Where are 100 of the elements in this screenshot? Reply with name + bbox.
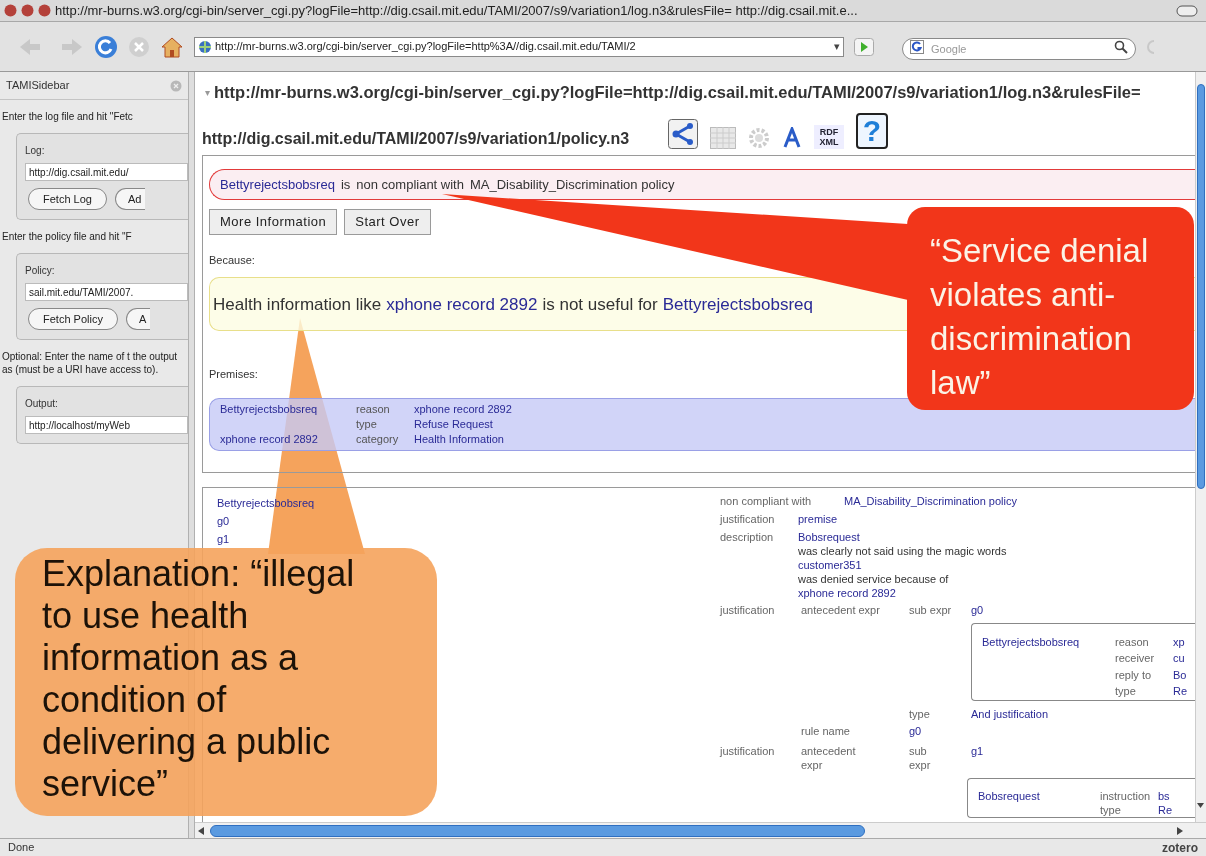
property-label: reply to xyxy=(1115,667,1153,683)
property-label: justification xyxy=(720,511,776,526)
instruction-text: Optional: Enter the name of t the output as (must be a URI have access to). xyxy=(1,350,179,376)
format-badge[interactable]: RDF XML xyxy=(814,124,844,149)
address-field[interactable]: http://mr-burns.w3.org/cgi-bin/server_cgi.py?logFile=http%3A//dig.csail.mit.edu/TAMI/2 ▾ xyxy=(194,36,844,57)
link[interactable]: g0 xyxy=(217,511,230,530)
toolbar-toggle-icon[interactable] xyxy=(1176,4,1198,17)
scroll-thumb[interactable] xyxy=(1197,84,1205,489)
window-title: http://mr-burns.w3.org/cgi-bin/server_cgi.py?logFile=http://dig.csail.mit.edu/TAMI/2007/s9/variation1/log.n3&rulesFile= http://dig.csail.mit.e... xyxy=(55,1,858,20)
home-icon[interactable] xyxy=(160,35,184,58)
google-icon xyxy=(910,39,924,54)
link[interactable]: premise xyxy=(798,511,838,526)
link[interactable]: g0 xyxy=(971,602,984,617)
text-span: was denied service because of xyxy=(798,571,949,586)
link[interactable]: Refuse Request xyxy=(414,416,493,432)
property-label: type xyxy=(356,416,377,432)
link[interactable]: xphone record 2892 xyxy=(386,291,538,317)
scroll-down-icon[interactable] xyxy=(1196,800,1205,810)
button[interactable]: More Information xyxy=(209,208,338,235)
property-label: antecedent expr xyxy=(801,602,880,617)
link[interactable]: And justification xyxy=(971,706,1049,721)
callout-text: “Service denial violates anti-discrimination law” xyxy=(930,231,1150,403)
search-icon[interactable] xyxy=(1114,39,1128,54)
field-label: Log: xyxy=(25,144,46,158)
link[interactable]: xphone record 2892 xyxy=(798,585,896,600)
instruction-text: Enter the policy file and hit "F xyxy=(1,230,133,243)
scroll-thumb[interactable] xyxy=(210,824,865,837)
instruction-text: Enter the log file and hit "Fetc xyxy=(1,110,134,123)
link[interactable]: Bettyrejectsbobsreq xyxy=(982,633,1115,700)
property-label: justification xyxy=(720,743,775,759)
link[interactable]: Re xyxy=(1158,802,1195,817)
button[interactable]: Fetch Policy xyxy=(28,308,118,330)
link[interactable]: g0 xyxy=(909,723,922,738)
property-label: rule name xyxy=(801,723,850,738)
button[interactable]: Ad xyxy=(114,188,146,210)
reload-icon[interactable] xyxy=(94,34,118,59)
field-label: Output: xyxy=(25,397,59,411)
property-label: receiver xyxy=(1115,651,1156,667)
property-label: type xyxy=(1100,802,1122,817)
text-span: non compliant with xyxy=(356,175,464,194)
minimize-icon[interactable] xyxy=(21,4,34,17)
button[interactable]: Fetch Log xyxy=(28,188,107,210)
property-label: instruction xyxy=(1100,788,1152,803)
field-label: Policy: xyxy=(25,264,56,278)
zoom-icon[interactable] xyxy=(38,4,51,17)
text-span: MA_Disability_Discrimination policy xyxy=(469,175,675,194)
property-label: reason xyxy=(1115,634,1150,650)
status-text: Done xyxy=(8,840,35,856)
dropmarker[interactable]: ▾ xyxy=(834,38,840,55)
property-label: antecedent expr xyxy=(801,743,857,772)
link[interactable]: Bettyrejectsbobsreq xyxy=(662,291,813,317)
property-label: non compliant with xyxy=(720,493,813,508)
link[interactable]: MA_Disability_Discrimination policy xyxy=(844,493,1017,508)
globe-icon xyxy=(198,39,212,54)
property-label: justification xyxy=(720,602,775,617)
text-field[interactable]: sail.mit.edu/TAMI/2007. xyxy=(25,283,188,301)
text-span: is xyxy=(340,175,351,194)
link[interactable]: g1 xyxy=(217,529,230,548)
link[interactable]: cu xyxy=(1173,650,1195,667)
link[interactable]: Re xyxy=(1173,683,1195,700)
link[interactable]: customer351 xyxy=(798,557,862,572)
link[interactable]: Bobsrequest xyxy=(798,529,860,544)
button[interactable]: Start Over xyxy=(344,208,431,235)
section-label: Premises: xyxy=(209,367,258,383)
link[interactable]: bs xyxy=(1158,788,1195,803)
link[interactable]: Bettyrejectsbobsreq xyxy=(220,401,318,417)
text-field[interactable]: http://dig.csail.mit.edu/ xyxy=(25,163,188,181)
property-label: sub expr xyxy=(909,743,932,772)
property-label: reason xyxy=(356,401,390,417)
graph-icon[interactable] xyxy=(668,118,698,149)
log-url: http://mr-burns.w3.org/cgi-bin/server_cgi.py?logFile=http://dig.csail.mit.edu/TAMI/2007/s9/variation1/log.n3&rulesFile= xyxy=(214,82,1141,103)
property-label: category xyxy=(356,431,399,447)
help-icon[interactable]: ? xyxy=(856,112,888,149)
link[interactable]: xp xyxy=(1173,633,1195,651)
text-span: Health information like xyxy=(213,293,382,316)
link[interactable]: Health Information xyxy=(414,431,504,447)
text-span: is not useful for xyxy=(542,293,658,316)
zotero-label[interactable]: zotero xyxy=(1162,838,1198,856)
property-label: description xyxy=(720,529,775,545)
search-field[interactable]: Google xyxy=(902,37,1136,60)
property-label: type xyxy=(1115,684,1137,700)
horizontal-scrollbar[interactable] xyxy=(195,822,1206,838)
link[interactable]: g1 xyxy=(971,743,984,772)
link[interactable]: xphone record 2892 xyxy=(414,401,512,417)
property-label: sub expr xyxy=(909,602,952,617)
text-span: was clearly not said using the magic words xyxy=(798,543,1007,558)
sidebar-title: TAMISidebar xyxy=(6,78,70,94)
vertical-scrollbar[interactable] xyxy=(1195,72,1206,822)
link[interactable]: xphone record 2892 xyxy=(220,431,318,447)
property-label: type xyxy=(909,706,930,721)
button[interactable]: A xyxy=(125,308,151,330)
link[interactable]: Bobsrequest xyxy=(978,788,1100,817)
text-field[interactable]: http://localhost/myWeb xyxy=(25,416,188,434)
callout-text: Explanation: “illegal to use health information as a condition of delivering a public service” xyxy=(42,553,356,805)
link[interactable]: Bo xyxy=(1173,666,1195,684)
go-icon[interactable] xyxy=(854,37,874,56)
link[interactable]: Bettyrejectsbobsreq xyxy=(220,174,335,194)
policy-url: http://dig.csail.mit.edu/TAMI/2007/s9/variation1/policy.n3 xyxy=(202,128,631,149)
close-window-icon[interactable] xyxy=(4,4,17,17)
section-label: Because: xyxy=(209,252,255,268)
